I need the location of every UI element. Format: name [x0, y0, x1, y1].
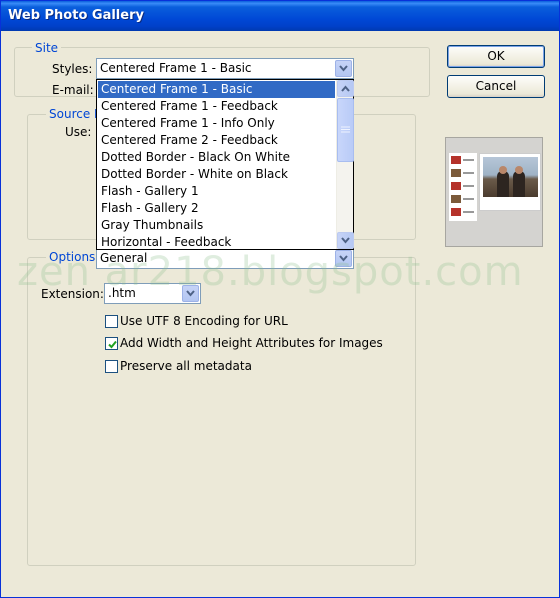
styles-dropdown-list[interactable]: Centered Frame 1 - Basic Centered Frame …	[96, 79, 354, 250]
preview-thumbnail-column	[449, 153, 477, 221]
check-icon	[108, 340, 117, 349]
preview-photo	[483, 157, 538, 197]
chevron-down-icon	[339, 65, 348, 72]
preserve-metadata-label: Preserve all metadata	[120, 359, 252, 373]
utf8-label: Use UTF 8 Encoding for URL	[120, 314, 288, 328]
styles-value: Centered Frame 1 - Basic	[100, 61, 252, 75]
watermark-text: zen ar218.blogspot.com	[17, 249, 524, 295]
style-preview-image	[445, 137, 543, 247]
styles-label: Styles:	[52, 62, 93, 76]
list-item[interactable]: Centered Frame 2 - Feedback	[98, 132, 335, 149]
preview-main-photo-frame	[479, 153, 541, 211]
preview-thumb	[451, 156, 461, 164]
scroll-down-button[interactable]	[337, 232, 354, 249]
list-scrollbar[interactable]	[336, 80, 354, 249]
list-item[interactable]: Centered Frame 1 - Feedback	[98, 98, 335, 115]
list-item[interactable]: Dotted Border - Black On White	[98, 149, 335, 166]
width-height-label: Add Width and Height Attributes for Imag…	[120, 336, 383, 350]
width-height-checkbox[interactable]	[105, 337, 118, 350]
preview-thumb	[451, 182, 461, 190]
preview-thumb	[451, 169, 461, 177]
use-label: Use:	[65, 125, 92, 139]
list-item[interactable]: Dotted Border - White on Black	[98, 166, 335, 183]
window-title: Web Photo Gallery	[8, 8, 144, 23]
ok-button[interactable]: OK	[447, 45, 545, 68]
preview-thumb	[451, 195, 461, 203]
preview-thumb	[451, 208, 461, 216]
chevron-up-icon	[341, 85, 350, 92]
list-item[interactable]: Horizontal - Feedback	[98, 234, 335, 251]
title-bar[interactable]: Web Photo Gallery	[1, 1, 559, 31]
list-item[interactable]: Centered Frame 1 - Info Only	[98, 115, 335, 132]
styles-dropdown-button[interactable]	[335, 60, 352, 77]
source-legend: Source I	[46, 107, 101, 121]
utf8-checkbox[interactable]	[105, 315, 118, 328]
list-item[interactable]: Centered Frame 1 - Basic	[98, 81, 335, 98]
styles-dropdown[interactable]: Centered Frame 1 - Basic	[96, 58, 354, 79]
scroll-thumb[interactable]	[337, 98, 354, 162]
email-label: E-mail:	[52, 83, 94, 97]
grip-icon	[341, 126, 350, 133]
options-group	[27, 257, 416, 566]
site-legend: Site	[32, 41, 62, 55]
cancel-button[interactable]: Cancel	[447, 75, 545, 98]
list-item[interactable]: Flash - Gallery 1	[98, 183, 335, 200]
chevron-down-icon	[341, 237, 350, 244]
dialog-window: Web Photo Gallery Site Styles: Centered …	[0, 0, 560, 598]
preserve-metadata-checkbox[interactable]	[105, 360, 118, 373]
list-item[interactable]: Flash - Gallery 2	[98, 200, 335, 217]
list-item[interactable]: Gray Thumbnails	[98, 217, 335, 234]
scroll-up-button[interactable]	[337, 80, 354, 97]
